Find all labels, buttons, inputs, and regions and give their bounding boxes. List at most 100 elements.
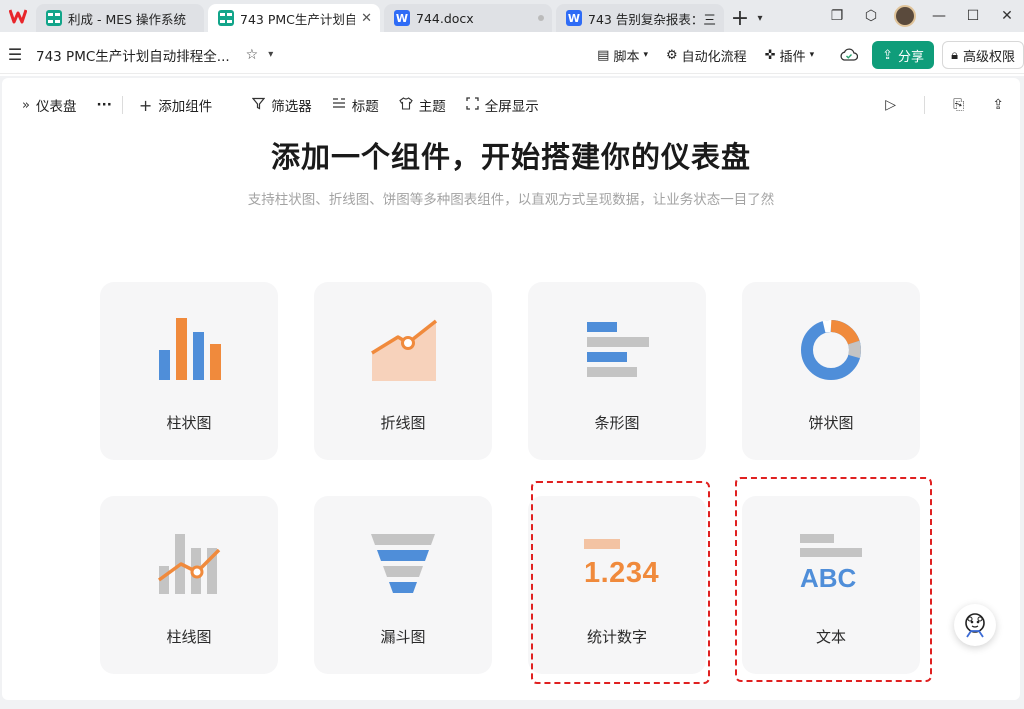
toolbar-right: ▷ ⎘ ⇪ bbox=[857, 78, 1004, 132]
more-options-icon[interactable]: ··· bbox=[96, 97, 111, 113]
automation-label: 自动化流程 bbox=[681, 49, 747, 65]
lock-icon: 🔒︎ bbox=[951, 47, 958, 63]
script-button[interactable]: ▤ 脚本 ▾ bbox=[597, 46, 648, 65]
component-card-horizontal-bar[interactable]: 条形图 bbox=[528, 282, 706, 460]
tab-743-report[interactable]: W 743 告别复杂报表：三步 bbox=[556, 4, 724, 32]
tab-title: 743 告别复杂报表：三步 bbox=[588, 11, 716, 27]
minimize-icon[interactable]: — bbox=[922, 0, 956, 32]
page-subtitle: 支持柱状图、折线图、饼图等多种图表组件，以直观方式呈现数据，让业务状态一目了然 bbox=[247, 192, 775, 208]
robot-icon: ⚙ bbox=[666, 47, 678, 63]
component-card-bar[interactable]: 柱状图 bbox=[100, 282, 278, 460]
script-label: 脚本 bbox=[613, 49, 640, 65]
assistant-mascot-icon bbox=[965, 613, 985, 638]
funnel-chart-icon bbox=[314, 524, 492, 604]
component-card-funnel[interactable]: 漏斗图 bbox=[314, 496, 492, 674]
export-icon[interactable]: ⎘ bbox=[953, 97, 964, 113]
bar-chart-icon bbox=[100, 310, 278, 390]
tab-overview-icon[interactable]: ❐ bbox=[820, 0, 854, 32]
chevron-down-icon: ▾ bbox=[809, 50, 815, 60]
document-actions: ▤ 脚本 ▾ ⚙ 自动化流程 ✜ 插件 ▾ ⇪ 分享 🔒︎ 高级权限 bbox=[579, 36, 1024, 74]
component-card-bar-line[interactable]: 柱线图 bbox=[100, 496, 278, 674]
dashboard-label: 仪表盘 bbox=[35, 99, 77, 115]
theme-label: 主题 bbox=[418, 99, 446, 115]
advanced-permission-button[interactable]: 🔒︎ 高级权限 bbox=[942, 41, 1024, 69]
filter-button[interactable]: 筛选器 bbox=[251, 95, 312, 115]
filter-label: 筛选器 bbox=[271, 99, 312, 115]
component-label: 饼状图 bbox=[808, 414, 854, 432]
app-icon bbox=[218, 10, 234, 26]
window-controls: ❐ ⬡ — ☐ ✕ bbox=[820, 0, 1024, 32]
bar-line-combo-icon bbox=[100, 524, 278, 604]
title-icon bbox=[332, 97, 346, 113]
plugin-button[interactable]: ✜ 插件 ▾ bbox=[765, 46, 814, 65]
component-label: 折线图 bbox=[380, 414, 426, 432]
app-icon bbox=[46, 10, 62, 26]
plugin-label: 插件 bbox=[779, 49, 806, 65]
highlight-box-statistic bbox=[531, 481, 710, 684]
divider bbox=[121, 96, 123, 114]
double-chevron-right-icon: » bbox=[22, 97, 30, 113]
puzzle-icon: ✜ bbox=[764, 47, 776, 63]
theme-button[interactable]: 主题 bbox=[399, 95, 446, 115]
cube-icon[interactable]: ⬡ bbox=[854, 0, 888, 32]
add-component-button[interactable]: + 添加组件 bbox=[138, 95, 213, 116]
donut-chart-icon bbox=[742, 310, 920, 390]
dashboard-canvas: » 仪表盘 ··· + 添加组件 筛选器 标题 主题 全屏显示 ▷ ⎘ ⇪ 添加… bbox=[0, 76, 1024, 709]
document-header: ☰ 743 PMC生产计划自动排程全... ☆ ▾ ▤ 脚本 ▾ ⚙ 自动化流程… bbox=[0, 36, 1024, 74]
tab-title: 利成 - MES 操作系统 bbox=[68, 11, 187, 27]
star-icon[interactable]: ☆ bbox=[246, 47, 259, 63]
divider bbox=[924, 96, 926, 114]
word-icon: W bbox=[394, 10, 410, 26]
maximize-icon[interactable]: ☐ bbox=[956, 0, 990, 32]
tab-744-docx[interactable]: W 744.docx bbox=[384, 4, 552, 32]
component-card-line[interactable]: 折线图 bbox=[314, 282, 492, 460]
wps-logo-icon[interactable] bbox=[0, 0, 36, 32]
line-chart-icon bbox=[314, 310, 492, 390]
close-icon[interactable]: ✕ bbox=[361, 11, 372, 26]
user-avatar[interactable] bbox=[888, 0, 922, 32]
filter-icon bbox=[251, 97, 266, 114]
dashboard-toggle[interactable]: » 仪表盘 bbox=[22, 95, 77, 116]
title-label: 标题 bbox=[351, 99, 379, 115]
component-label: 条形图 bbox=[594, 414, 640, 432]
component-label: 柱状图 bbox=[166, 414, 212, 432]
browser-tab-bar: 利成 - MES 操作系统 743 PMC生产计划自 ✕ W 744.docx … bbox=[0, 0, 1024, 32]
fullscreen-label: 全屏显示 bbox=[484, 99, 539, 115]
add-component-label: 添加组件 bbox=[158, 99, 213, 115]
horizontal-bar-icon bbox=[528, 310, 706, 390]
fullscreen-icon bbox=[466, 96, 479, 114]
tab-mes-system[interactable]: 利成 - MES 操作系统 bbox=[36, 4, 204, 32]
title-button[interactable]: 标题 bbox=[332, 95, 379, 115]
shirt-icon bbox=[399, 96, 413, 114]
share-out-icon[interactable]: ⇪ bbox=[992, 97, 1004, 113]
hamburger-menu-icon[interactable]: ☰ bbox=[0, 45, 30, 64]
share-icon: ⇪ bbox=[882, 47, 894, 63]
tab-pmc-plan[interactable]: 743 PMC生产计划自 ✕ bbox=[208, 4, 380, 32]
chevron-down-icon[interactable]: ▾ bbox=[268, 49, 273, 60]
highlight-box-text bbox=[735, 477, 932, 682]
scrollbar[interactable] bbox=[1016, 132, 1020, 692]
fullscreen-button[interactable]: 全屏显示 bbox=[466, 95, 539, 115]
permission-label: 高级权限 bbox=[962, 49, 1015, 65]
tab-title: 743 PMC生产计划自 bbox=[240, 11, 356, 27]
unsaved-dot-icon bbox=[538, 15, 544, 21]
dashboard-toolbar: » 仪表盘 ··· + 添加组件 筛选器 标题 主题 全屏显示 ▷ ⎘ ⇪ bbox=[2, 78, 1020, 132]
component-label: 漏斗图 bbox=[380, 628, 426, 646]
close-window-icon[interactable]: ✕ bbox=[990, 0, 1024, 32]
cloud-sync-icon[interactable] bbox=[840, 48, 859, 62]
new-tab-plus-icon[interactable]: + bbox=[728, 4, 752, 32]
component-card-donut[interactable]: 饼状图 bbox=[742, 282, 920, 460]
automation-button[interactable]: ⚙ 自动化流程 bbox=[666, 46, 747, 65]
script-icon: ▤ bbox=[597, 47, 610, 63]
dashboard-panel: » 仪表盘 ··· + 添加组件 筛选器 标题 主题 全屏显示 ▷ ⎘ ⇪ 添加… bbox=[2, 78, 1020, 700]
tab-title: 744.docx bbox=[416, 10, 474, 26]
document-title[interactable]: 743 PMC生产计划自动排程全... bbox=[36, 45, 230, 65]
component-label: 柱线图 bbox=[166, 628, 212, 646]
assistant-mascot-button[interactable] bbox=[954, 604, 996, 646]
share-button[interactable]: ⇪ 分享 bbox=[872, 41, 935, 69]
play-icon[interactable]: ▷ bbox=[885, 97, 896, 113]
plus-icon: + bbox=[138, 95, 153, 115]
word-icon: W bbox=[566, 10, 582, 26]
chevron-down-icon[interactable]: ▾ bbox=[752, 4, 768, 32]
chevron-down-icon: ▾ bbox=[643, 50, 649, 60]
